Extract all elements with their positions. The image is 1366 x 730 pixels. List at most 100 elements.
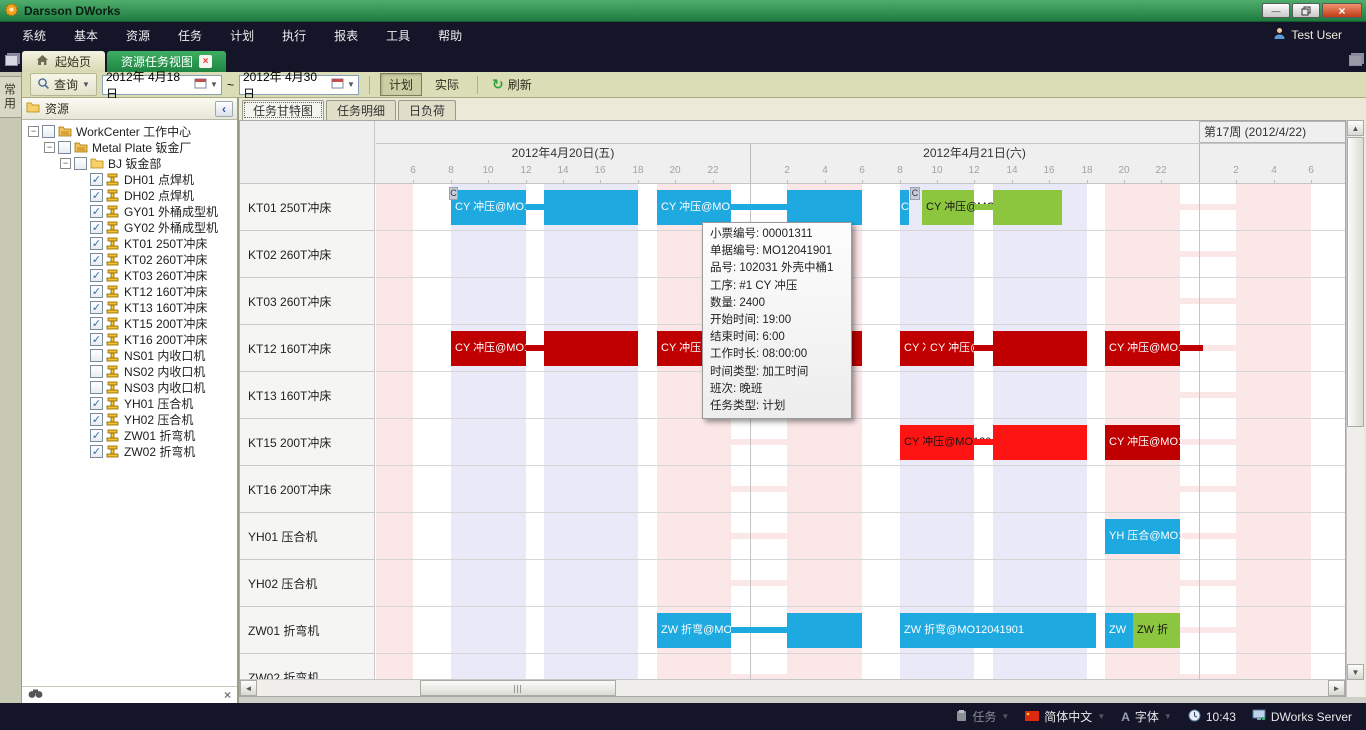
- task-bar[interactable]: C: [900, 190, 909, 225]
- vertical-scroll-thumb[interactable]: [1347, 137, 1364, 427]
- tree-item[interactable]: ✓GY01 外桶成型机: [22, 203, 237, 219]
- menu-item-计划[interactable]: 计划: [216, 23, 268, 48]
- task-bar[interactable]: CY 冲压@MO1: [1105, 425, 1180, 460]
- tree-item[interactable]: NS02 内收口机: [22, 363, 237, 379]
- task-chip[interactable]: C: [449, 187, 458, 200]
- panel-close-icon[interactable]: ×: [224, 688, 231, 702]
- task-bar[interactable]: [787, 613, 862, 648]
- minimize-button[interactable]: —: [1262, 3, 1290, 18]
- checkbox[interactable]: [90, 381, 103, 394]
- user-badge[interactable]: Test User: [1273, 27, 1358, 43]
- task-bar[interactable]: [993, 331, 1087, 366]
- tree-item[interactable]: ✓ZW01 折弯机: [22, 427, 237, 443]
- collapsed-panel-tab[interactable]: 常用: [0, 76, 22, 118]
- expander-minus-icon[interactable]: −: [44, 142, 55, 153]
- checkbox[interactable]: [74, 157, 87, 170]
- tree-item[interactable]: ✓KT16 200T冲床: [22, 331, 237, 347]
- query-button[interactable]: 查询 ▼: [30, 73, 97, 96]
- task-bar[interactable]: ZW 折弯@MO12041901: [657, 613, 731, 648]
- tree-item[interactable]: ✓KT13 160T冲床: [22, 299, 237, 315]
- scroll-down-icon[interactable]: ▼: [1347, 664, 1364, 680]
- binoculars-icon[interactable]: [28, 688, 43, 702]
- tree-item[interactable]: −Metal Plate 钣金厂: [22, 139, 237, 155]
- status-task-menu[interactable]: 任务 ▼: [956, 708, 1009, 725]
- task-bar[interactable]: CY 冲压@MO12041901: [657, 190, 731, 225]
- menu-item-任务[interactable]: 任务: [164, 23, 216, 48]
- tree-item[interactable]: −BJ 钣金部: [22, 155, 237, 171]
- status-language-menu[interactable]: 简体中文 ▼: [1025, 708, 1105, 725]
- tree-item[interactable]: NS01 内收口机: [22, 347, 237, 363]
- tree-item[interactable]: ✓KT12 160T冲床: [22, 283, 237, 299]
- task-bar[interactable]: CY 冲压@MO1: [1105, 331, 1180, 366]
- scroll-up-icon[interactable]: ▲: [1347, 120, 1364, 136]
- checkbox[interactable]: ✓: [90, 429, 103, 442]
- checkbox[interactable]: ✓: [90, 173, 103, 186]
- checkbox[interactable]: ✓: [90, 413, 103, 426]
- plan-toggle-button[interactable]: 计划: [380, 73, 422, 96]
- tree-item[interactable]: ✓YH01 压合机: [22, 395, 237, 411]
- view-tab-任务甘特图[interactable]: 任务甘特图: [242, 100, 324, 120]
- task-bar[interactable]: CY 冲压@MO12041902: [922, 190, 974, 225]
- task-bar[interactable]: [993, 425, 1087, 460]
- restore-button[interactable]: [1292, 3, 1320, 18]
- tree-item[interactable]: ✓DH02 点焊机: [22, 187, 237, 203]
- tree-item[interactable]: ✓GY02 外桶成型机: [22, 219, 237, 235]
- menu-item-报表[interactable]: 报表: [320, 23, 372, 48]
- menu-item-执行[interactable]: 执行: [268, 23, 320, 48]
- task-bar[interactable]: ZW 折: [1133, 613, 1180, 648]
- task-bar[interactable]: [544, 331, 638, 366]
- task-bar[interactable]: [993, 190, 1062, 225]
- view-tab-任务明细[interactable]: 任务明细: [326, 100, 396, 120]
- menu-item-工具[interactable]: 工具: [372, 23, 424, 48]
- menu-item-资源[interactable]: 资源: [112, 23, 164, 48]
- actual-toggle-button[interactable]: 实际: [427, 74, 467, 95]
- menu-item-系统[interactable]: 系统: [8, 23, 60, 48]
- date-from-input[interactable]: 2012年 4月18日 ▼: [102, 75, 222, 95]
- collapse-panel-button[interactable]: ‹: [215, 101, 233, 117]
- refresh-button[interactable]: ↻ 刷新: [488, 74, 536, 95]
- task-bar[interactable]: YH 压合@MO1: [1105, 519, 1180, 554]
- tree-item[interactable]: ✓KT02 260T冲床: [22, 251, 237, 267]
- scroll-right-icon[interactable]: ►: [1328, 680, 1345, 696]
- horizontal-scroll-thumb[interactable]: [420, 680, 616, 696]
- tree-item[interactable]: −WorkCenter 工作中心: [22, 123, 237, 139]
- task-bar[interactable]: CY 冲压@MO12041904: [451, 331, 526, 366]
- checkbox[interactable]: ✓: [90, 205, 103, 218]
- task-bar[interactable]: CY 冲: [900, 331, 926, 366]
- tab-list-icon[interactable]: [1344, 48, 1366, 72]
- task-bar[interactable]: CY 冲压@MO12041904: [926, 331, 974, 366]
- horizontal-scrollbar[interactable]: ◄ ►: [240, 679, 1345, 696]
- tree-item[interactable]: ✓YH02 压合机: [22, 411, 237, 427]
- status-font-menu[interactable]: A 字体 ▼: [1121, 708, 1172, 725]
- checkbox[interactable]: [90, 349, 103, 362]
- tab-home[interactable]: 起始页: [22, 51, 105, 72]
- task-bar[interactable]: ZW: [1105, 613, 1133, 648]
- checkbox[interactable]: ✓: [90, 317, 103, 330]
- view-tab-日负荷[interactable]: 日负荷: [398, 100, 456, 120]
- checkbox[interactable]: ✓: [90, 285, 103, 298]
- scroll-left-icon[interactable]: ◄: [240, 680, 257, 696]
- checkbox[interactable]: ✓: [90, 301, 103, 314]
- tree-item[interactable]: ✓KT01 250T冲床: [22, 235, 237, 251]
- checkbox[interactable]: ✓: [90, 221, 103, 234]
- task-bar[interactable]: ZW 折弯@MO12041901: [900, 613, 1096, 648]
- tree-item[interactable]: ✓KT15 200T冲床: [22, 315, 237, 331]
- task-bar[interactable]: CY 冲压@MO12041901: [451, 190, 526, 225]
- expander-minus-icon[interactable]: −: [28, 126, 39, 137]
- checkbox[interactable]: ✓: [90, 333, 103, 346]
- checkbox[interactable]: ✓: [90, 269, 103, 282]
- task-bar[interactable]: [787, 190, 862, 225]
- tree-item[interactable]: NS03 内收口机: [22, 379, 237, 395]
- task-chip[interactable]: C: [910, 187, 920, 200]
- checkbox[interactable]: [58, 141, 71, 154]
- checkbox[interactable]: ✓: [90, 189, 103, 202]
- checkbox[interactable]: ✓: [90, 253, 103, 266]
- checkbox[interactable]: ✓: [90, 445, 103, 458]
- tree-item[interactable]: ✓KT03 260T冲床: [22, 267, 237, 283]
- task-bar[interactable]: [544, 190, 638, 225]
- expander-minus-icon[interactable]: −: [60, 158, 71, 169]
- checkbox[interactable]: [90, 365, 103, 378]
- tab-close-icon[interactable]: ×: [199, 55, 212, 68]
- menu-item-帮助[interactable]: 帮助: [424, 23, 476, 48]
- dock-panel-icon[interactable]: [0, 48, 22, 72]
